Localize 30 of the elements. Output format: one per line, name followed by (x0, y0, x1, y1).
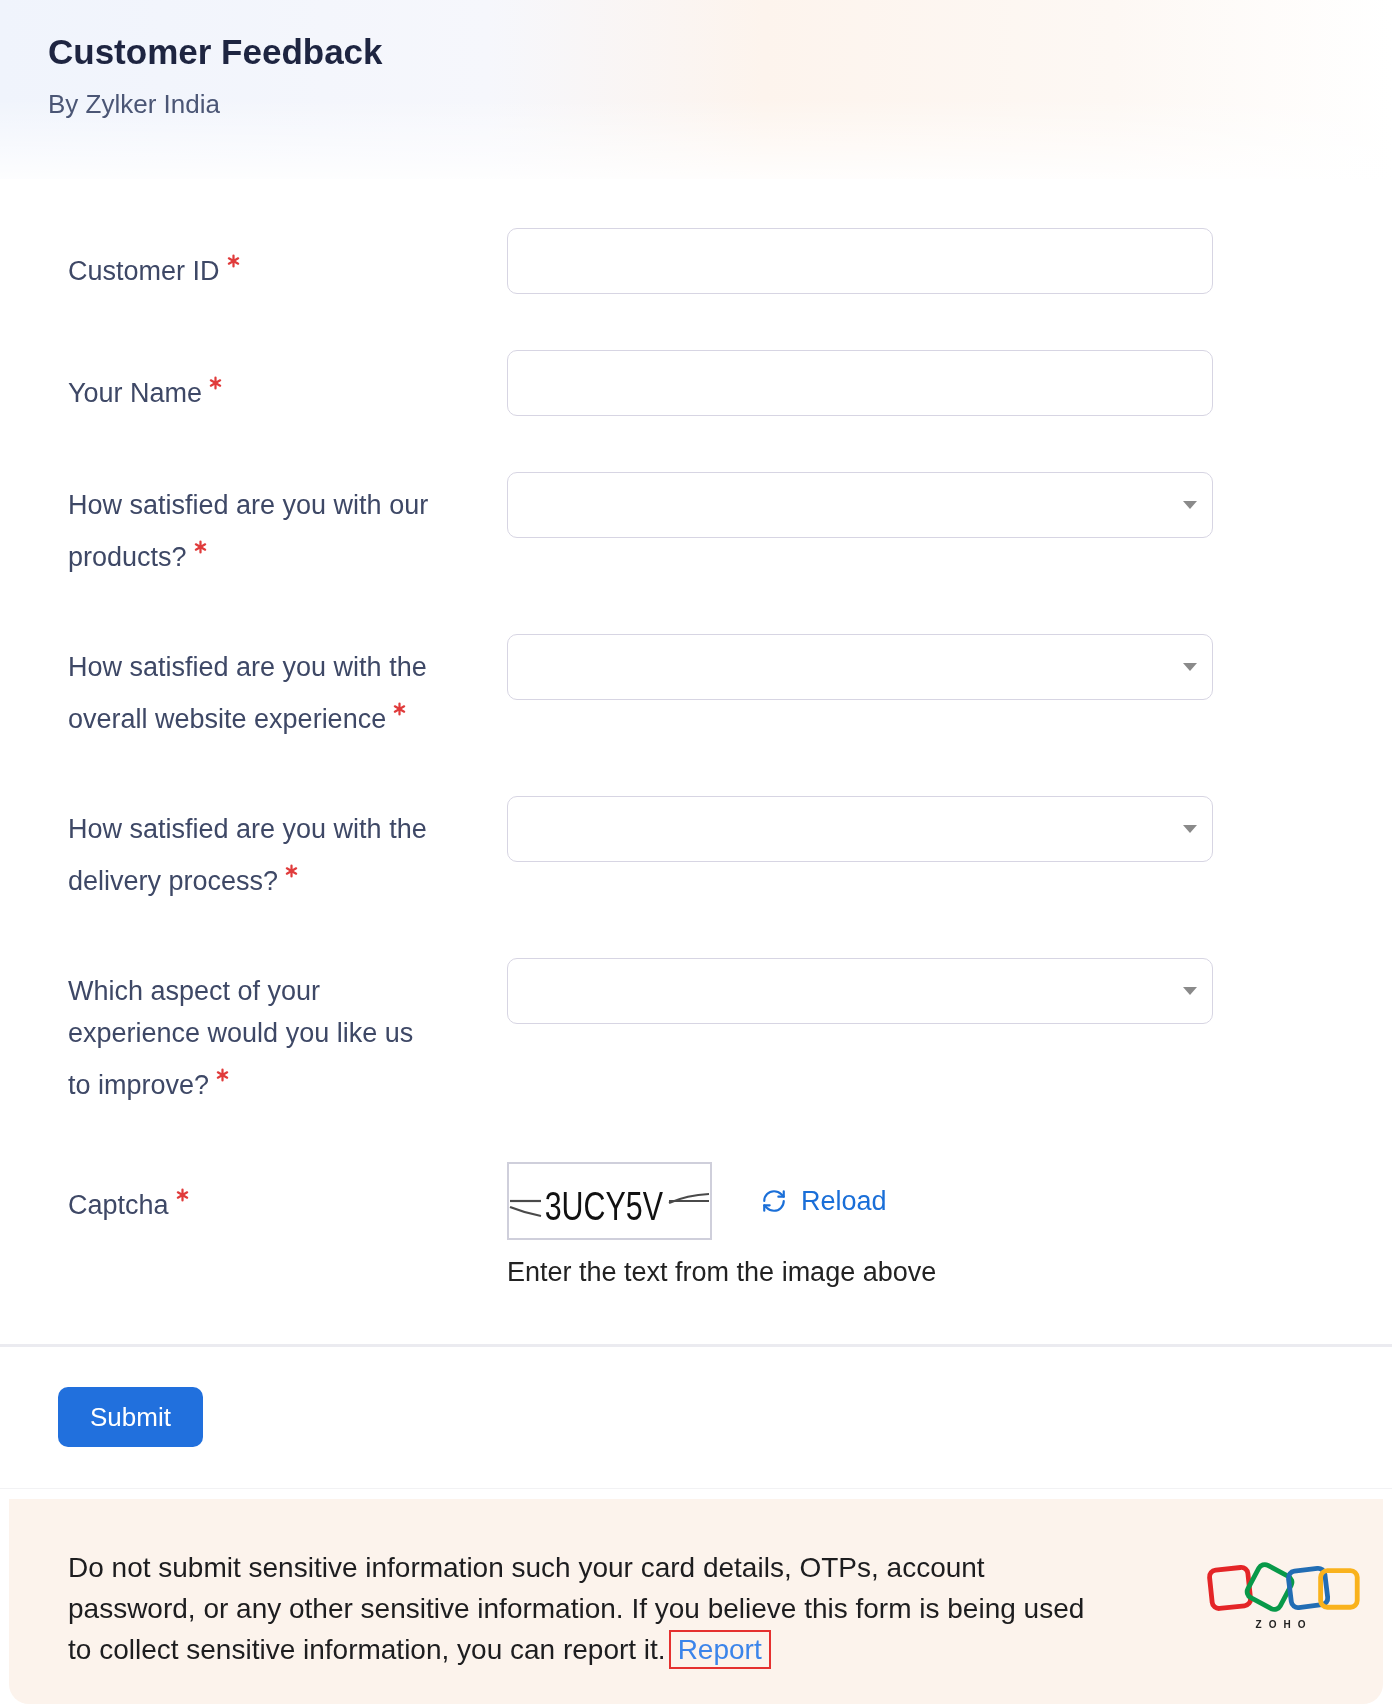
logo-text: ZOHO (1255, 1619, 1313, 1631)
form-subtitle: By Zylker India (48, 88, 220, 121)
noise-line (510, 1199, 541, 1203)
dropdown-caret-icon (1183, 987, 1197, 995)
dropdown-field[interactable] (507, 472, 1213, 538)
field-label: How satisfied are you with our products? (68, 490, 429, 572)
field-label: Which aspect of your experience would you like us to improve? (68, 976, 414, 1100)
warning-text: Do not submit sensitive information such your card details, OTPs, account password, or any other sensitive information. If you believe this form is being used to collect sensitive information, you can report it. Report (68, 1547, 1100, 1670)
reload-icon (761, 1188, 787, 1214)
captcha-text: 3UCY5V (544, 1183, 663, 1229)
field-label: Captcha (68, 1190, 169, 1220)
dropdown-caret-icon (1183, 825, 1197, 833)
form-title: Customer Feedback (48, 31, 383, 73)
dropdown-field[interactable] (507, 634, 1213, 700)
field-label: How satisfied are you with the overall website experience (68, 652, 427, 734)
field-label: How satisfied are you with the delivery process? (68, 814, 427, 896)
text-input-field[interactable] (507, 350, 1213, 416)
captcha-hint: Enter the text from the image above (507, 1256, 937, 1289)
submit-button[interactable]: Submit (58, 1387, 203, 1447)
reload-button[interactable]: Reload (761, 1183, 887, 1219)
field-label: Customer ID (68, 256, 220, 286)
logo-icon (1205, 1559, 1363, 1615)
noise-line (509, 1205, 542, 1218)
field-label: Your Name (68, 378, 203, 408)
dropdown-caret-icon (1183, 663, 1197, 671)
text-input-field[interactable] (507, 228, 1213, 294)
dropdown-field[interactable] (507, 796, 1213, 862)
dropdown-field[interactable] (507, 958, 1213, 1024)
dropdown-caret-icon (1183, 501, 1197, 509)
report-link[interactable]: Report (668, 1630, 771, 1669)
